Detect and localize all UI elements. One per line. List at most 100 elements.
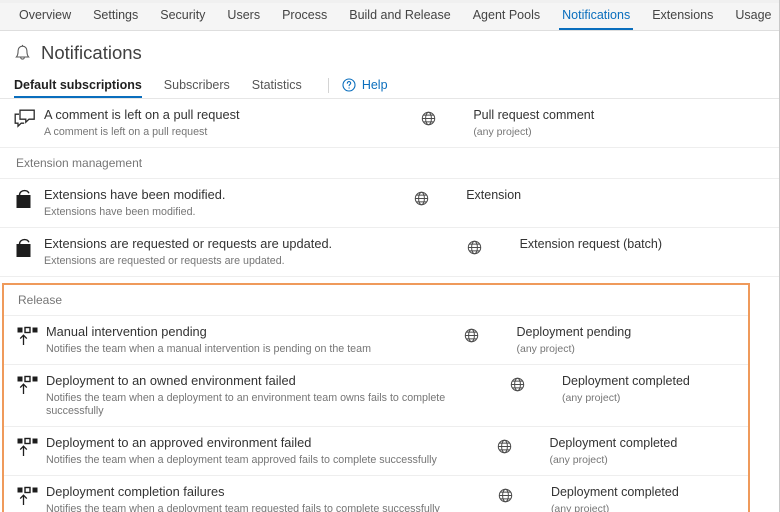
nav-tab-settings[interactable]: Settings <box>82 0 149 30</box>
row-main: Deployment completion failures Notifies t… <box>46 484 461 512</box>
row-main: A comment is left on a pull request A com… <box>44 107 383 139</box>
row-scope-cell <box>459 435 549 454</box>
row-main: Manual intervention pending Notifies the … <box>46 324 427 356</box>
row-event-scope: (any project) <box>516 343 575 355</box>
row-description: Notifies the team when a manual interven… <box>46 343 371 355</box>
row-event-title: Deployment completed <box>549 436 678 450</box>
globe-icon <box>497 439 512 454</box>
help-link[interactable]: Help <box>342 78 388 98</box>
row-scope-cell <box>427 324 517 343</box>
bell-icon <box>14 44 31 63</box>
extension-bag-icon <box>14 189 36 210</box>
pivot-statistics[interactable]: Statistics <box>252 78 315 99</box>
row-scope-cell <box>472 373 562 392</box>
subscription-row[interactable]: Extensions have been modified. Extensions… <box>0 179 779 228</box>
pivot-default-subscriptions[interactable]: Default subscriptions <box>14 78 155 99</box>
row-title: Manual intervention pending <box>46 324 207 339</box>
deployment-icon <box>16 375 40 396</box>
subscription-row[interactable]: Manual intervention pending Notifies the … <box>4 316 748 365</box>
deployment-icon <box>16 486 40 507</box>
row-scope-cell <box>461 484 551 503</box>
deployment-icon <box>16 437 40 458</box>
nav-tab-overview[interactable]: Overview <box>8 0 82 30</box>
globe-icon <box>421 111 436 126</box>
row-event-scope: (any project) <box>562 392 621 404</box>
globe-icon <box>498 488 513 503</box>
row-event-cell: Deployment pending (any project) <box>517 324 703 355</box>
deployment-icon <box>16 326 40 347</box>
extension-bag-icon <box>14 238 36 259</box>
row-event-title: Extension <box>466 188 522 202</box>
subscription-row[interactable]: A comment is left on a pull request A com… <box>0 99 779 148</box>
row-title: Extensions have been modified. <box>44 187 226 202</box>
row-scope-cell <box>376 187 466 206</box>
top-navigation-bar: Overview Settings Security Users Process Buil… <box>0 0 779 31</box>
row-event-title: Deployment completed <box>562 374 690 388</box>
nav-tab-notifications[interactable]: Notifications <box>551 0 641 30</box>
row-description: Notifies the team when a deployment team… <box>46 454 437 466</box>
row-event-scope: (any project) <box>550 503 610 512</box>
row-icon-container <box>16 324 46 347</box>
row-description: Notifies the team when a deployment to a… <box>46 392 446 417</box>
row-event-cell: Deployment completed (any project) <box>549 435 735 466</box>
globe-icon <box>464 328 479 343</box>
row-event-cell: Extension request (batch) <box>520 236 692 255</box>
row-icon-container <box>14 107 44 129</box>
row-scope-cell <box>430 236 520 255</box>
subscription-row[interactable]: Deployment completion failures Notifies t… <box>4 476 748 512</box>
row-description: Notifies the team when a deployment team… <box>46 503 440 512</box>
row-main: Extensions have been modified. Extensions… <box>44 187 376 219</box>
page-header: Notifications <box>0 31 779 71</box>
row-title: Deployment to an owned environment faile… <box>46 373 296 388</box>
subscriptions-list: A comment is left on a pull request A com… <box>0 99 779 512</box>
pivot-subscribers[interactable]: Subscribers <box>164 78 243 99</box>
row-event-title: Deployment pending <box>516 325 632 339</box>
row-event-title: Deployment completed <box>550 485 679 499</box>
help-link-label: Help <box>361 77 388 92</box>
group-header: Extension management <box>0 148 779 179</box>
notifications-page: Overview Settings Security Users Process Buil… <box>0 0 780 512</box>
subscription-row[interactable]: Deployment to an approved environment fa… <box>4 427 748 476</box>
pivot-divider <box>327 78 329 93</box>
row-event-cell: Pull request comment (any project) <box>473 107 645 138</box>
row-icon-container <box>14 187 44 210</box>
row-main: Extensions are requested or requests are… <box>44 236 430 268</box>
row-title: Extensions are requested or requests are… <box>44 236 333 251</box>
row-event-scope: (any project) <box>473 126 532 138</box>
row-icon-container <box>14 236 44 259</box>
highlighted-release-section: Release Manual intervention pending Notifi… <box>2 283 750 512</box>
row-event-cell: Deployment completed (any project) <box>562 373 748 404</box>
group-header: Release <box>4 285 748 316</box>
row-description: A comment is left on a pull request <box>44 126 208 138</box>
row-event-cell: Extension <box>466 187 638 206</box>
row-icon-container <box>16 484 46 507</box>
row-description: Extensions have been modified. <box>44 206 196 218</box>
row-event-title: Pull request comment <box>473 108 595 122</box>
row-title: Deployment completion failures <box>46 484 225 499</box>
nav-tab-extensions[interactable]: Extensions <box>641 0 724 30</box>
nav-tab-security[interactable]: Security <box>149 0 216 30</box>
row-event-title: Extension request (batch) <box>519 237 663 251</box>
nav-tab-process[interactable]: Process <box>271 0 338 30</box>
nav-tab-build-and-release[interactable]: Build and Release <box>338 0 461 30</box>
nav-tab-agent-pools[interactable]: Agent Pools <box>462 0 551 30</box>
subscription-row[interactable]: Extensions are requested or requests are… <box>0 228 779 277</box>
comment-icon <box>14 109 36 129</box>
row-main: Deployment to an owned environment faile… <box>46 373 472 418</box>
globe-icon <box>510 377 525 392</box>
row-event-cell: Deployment completed (any project) <box>551 484 737 512</box>
row-icon-container <box>16 373 46 396</box>
nav-tab-users[interactable]: Users <box>216 0 271 30</box>
row-title: A comment is left on a pull request <box>44 107 240 122</box>
row-description: Extensions are requested or requests are… <box>44 255 285 267</box>
subscription-row[interactable]: Deployment to an owned environment faile… <box>4 365 748 427</box>
globe-icon <box>414 191 429 206</box>
row-event-scope: (any project) <box>549 454 608 466</box>
pivot-tabs: Default subscriptions Subscribers Statisti… <box>0 71 779 99</box>
row-main: Deployment to an approved environment fa… <box>46 435 459 467</box>
row-icon-container <box>16 435 46 458</box>
page-title: Notifications <box>41 42 142 64</box>
nav-tab-usage[interactable]: Usage <box>724 0 779 30</box>
row-scope-cell <box>383 107 473 126</box>
row-title: Deployment to an approved environment fa… <box>46 435 312 450</box>
